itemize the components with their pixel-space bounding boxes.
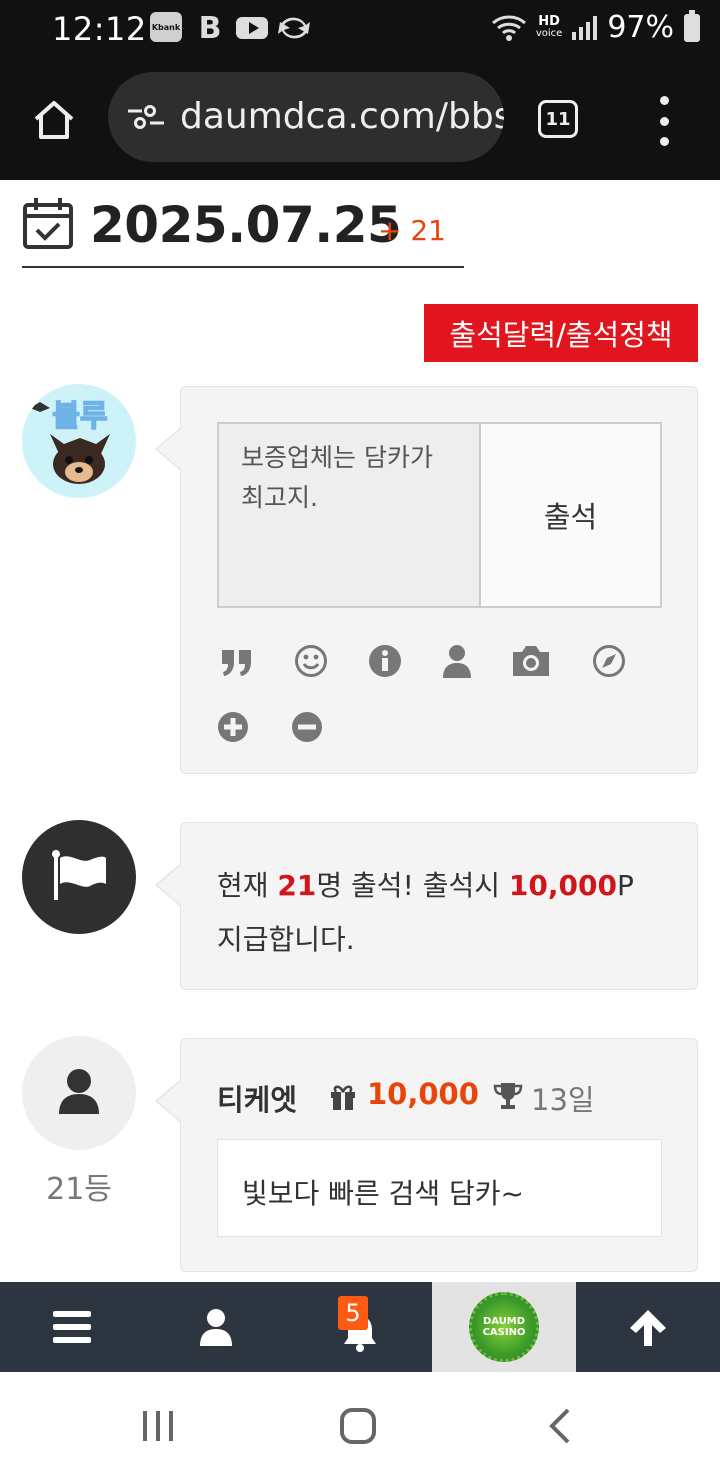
kbank-icon: Kbank <box>150 12 182 42</box>
battery-icon <box>684 9 700 42</box>
tabs-button[interactable]: 11 <box>538 100 578 138</box>
notice-text: 현재 21명 출석! 출석시 10,000P 지급합니다. <box>217 859 634 967</box>
scroll-top-button[interactable] <box>576 1282 720 1372</box>
voice-label: voice <box>535 27 563 39</box>
user-icon <box>59 1069 99 1114</box>
camera-icon <box>513 646 549 676</box>
url-text[interactable]: daumdca.com/bbs <box>180 96 504 137</box>
attendee-comment: 빛보다 빠른 검색 담카~ <box>217 1139 662 1237</box>
sync-icon <box>278 12 310 44</box>
expand-button[interactable] <box>213 707 253 747</box>
attendee-entry: 티케엣 10,000 13일 빛보다 빠른 검색 담카~ <box>155 1038 698 1272</box>
signal-icon <box>572 15 598 40</box>
site-settings-icon[interactable] <box>128 105 164 129</box>
notice-prefix: 현재 <box>217 869 278 902</box>
attendance-policy-button[interactable]: 출석달력/출석정책 <box>424 304 698 362</box>
arrow-up-icon <box>630 1310 666 1346</box>
more-menu-button[interactable] <box>652 96 676 146</box>
attendance-form-box: 보증업체는 담카가 최고지. 출석 <box>155 386 698 774</box>
reward-points: 10,000 <box>508 869 617 902</box>
menu-button[interactable] <box>0 1282 144 1372</box>
clock: 12:12 <box>52 10 147 48</box>
casino-logo: DAUMD CASINO <box>469 1292 539 1362</box>
recent-apps-button[interactable] <box>138 1406 178 1446</box>
info-button[interactable] <box>365 641 405 681</box>
back-icon <box>549 1408 570 1444</box>
notice-middle: 명 출석! 출석시 <box>316 869 509 902</box>
svg-text:블루: 블루 <box>52 399 107 434</box>
trophy-icon <box>493 1083 523 1109</box>
quote-button[interactable] <box>217 643 257 683</box>
attendee-count: 21 <box>277 869 317 902</box>
attendance-rank: 21등 <box>46 1172 112 1207</box>
attendance-count: + 21 <box>378 214 446 247</box>
plus-icon <box>218 712 248 742</box>
quote-icon <box>222 650 251 676</box>
wifi-icon <box>491 15 526 41</box>
points-unit: P <box>616 869 634 902</box>
casino-logo-button[interactable]: DAUMD CASINO <box>432 1282 576 1372</box>
notice-box: 현재 21명 출석! 출석시 10,000P 지급합니다. <box>155 822 698 990</box>
flag-icon <box>52 850 106 900</box>
back-button[interactable] <box>540 1406 580 1446</box>
attendee-nickname[interactable]: 티케엣 <box>217 1077 297 1119</box>
location-button[interactable] <box>589 641 629 681</box>
memo-textarea[interactable]: 보증업체는 담카가 최고지. <box>217 422 481 608</box>
recent-apps-icon <box>143 1411 173 1441</box>
notification-badge: 5 <box>338 1296 368 1330</box>
hamburger-icon <box>53 1311 91 1343</box>
gift-icon <box>331 1085 355 1110</box>
youtube-icon <box>236 17 268 39</box>
hd-label: HD <box>538 13 560 29</box>
date-title: 2025.07.25 <box>90 196 402 254</box>
photo-button[interactable] <box>511 641 551 681</box>
smile-icon <box>295 645 327 677</box>
notice-avatar <box>22 820 136 934</box>
battery-percent: 97% <box>607 10 674 45</box>
compass-icon <box>593 645 625 677</box>
home-nav-icon <box>340 1408 376 1444</box>
home-button[interactable] <box>26 92 82 148</box>
browser-toolbar: daumdca.com/bbs 11 <box>0 60 720 180</box>
user-avatar: 블루 <box>22 384 136 498</box>
bottom-navigation: 5 DAUMD CASINO <box>0 1282 720 1372</box>
user-icon <box>200 1309 232 1346</box>
hd-voice-indicator: HD voice <box>535 13 563 40</box>
b-app-icon: B <box>198 10 222 46</box>
minus-icon <box>292 712 322 742</box>
info-icon <box>369 645 401 677</box>
system-navigation-bar <box>0 1372 720 1480</box>
user-mention-button[interactable] <box>437 641 477 681</box>
calendar-check-icon <box>23 198 73 249</box>
status-bar: 12:12 Kbank B HD voice 97% <box>0 0 720 60</box>
checkin-button[interactable]: 출석 <box>481 422 662 608</box>
home-nav-button[interactable] <box>338 1406 378 1446</box>
attendance-date-header: 2025.07.25 + 21 <box>22 194 464 268</box>
home-icon <box>34 101 74 139</box>
attendee-avatar <box>22 1036 136 1150</box>
consecutive-days: 13일 <box>531 1083 595 1117</box>
emoticon-button[interactable] <box>291 641 331 681</box>
profile-button[interactable] <box>144 1282 288 1372</box>
user-icon <box>443 645 471 678</box>
address-bar[interactable]: daumdca.com/bbs <box>108 72 504 162</box>
attendee-points: 10,000 <box>367 1077 479 1111</box>
notice-line2: 지급합니다. <box>217 923 355 956</box>
shrink-button[interactable] <box>287 707 327 747</box>
